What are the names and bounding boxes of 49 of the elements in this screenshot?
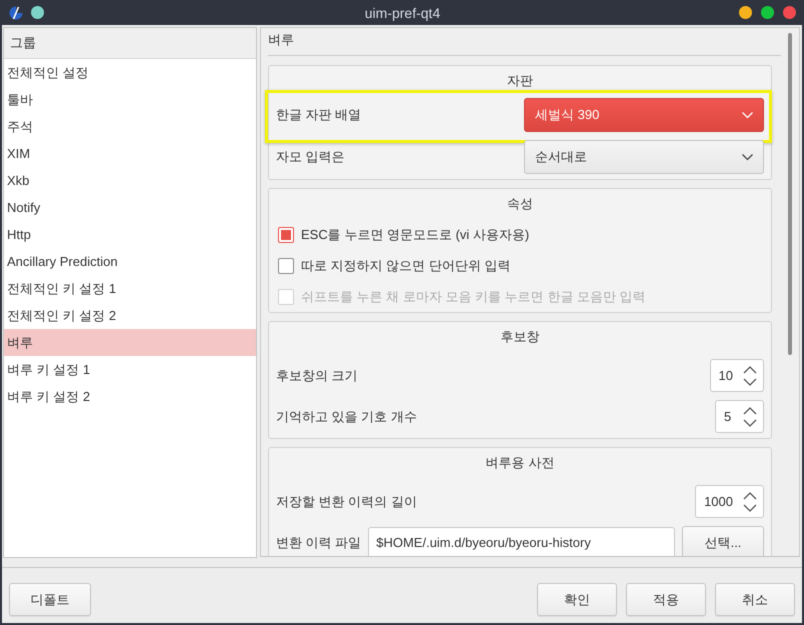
sidebar-item[interactable]: Xkb <box>4 167 256 194</box>
field-label: 한글 자판 배열 <box>276 106 362 124</box>
group-title: 벼루용 사전 <box>486 454 554 472</box>
scrollbar-thumb[interactable] <box>788 33 792 355</box>
chevron-down-icon <box>742 154 753 160</box>
page-title: 벼루 <box>268 31 294 49</box>
field-label: 변환 이력 파일 <box>276 534 362 552</box>
sidebar-item[interactable]: Ancillary Prediction <box>4 248 256 275</box>
circle-icon[interactable] <box>31 6 44 19</box>
sidebar-item[interactable]: 주석 <box>4 113 256 140</box>
window-title: uim-pref-qt4 <box>364 4 440 20</box>
sidebar-item[interactable]: 벼루 키 설정 1 <box>4 356 256 383</box>
sidebar-item[interactable]: Notify <box>4 194 256 221</box>
select-button[interactable]: 선택... <box>682 526 764 556</box>
sidebar-item[interactable]: Http <box>4 221 256 248</box>
checkbox-label[interactable]: 따로 지정하지 않으면 단어단위 입력 <box>301 257 510 275</box>
field-label: 기억하고 있을 기호 개수 <box>276 408 417 426</box>
field-label: 후보창의 크기 <box>276 366 358 384</box>
chevron-down-icon <box>742 112 753 118</box>
sidebar-item[interactable]: 벼루 키 설정 2 <box>4 383 256 410</box>
sidebar-item[interactable]: 툴바 <box>4 86 256 113</box>
checkbox[interactable] <box>278 227 294 243</box>
maximize-icon[interactable] <box>761 6 774 19</box>
dropdown[interactable]: 순서대로 <box>524 140 764 174</box>
dropdown[interactable]: 세벌식 390 <box>524 98 764 132</box>
checkbox-label[interactable]: ESC를 누르면 영문모드로 (vi 사용자용) <box>301 226 530 244</box>
sidebar-item[interactable]: XIM <box>4 140 256 167</box>
sidebar-item[interactable]: 전체적인 키 설정 1 <box>4 275 256 302</box>
path-input-field[interactable]: $HOME/.uim.d/byeoru/byeoru-history <box>368 526 675 556</box>
spin-box[interactable]: 10 <box>710 359 764 392</box>
field-label: 자모 입력은 <box>276 148 345 166</box>
dialog-button[interactable]: 적용 <box>626 583 706 616</box>
defaults-button[interactable]: 디폴트 <box>9 583 91 616</box>
dialog-button[interactable]: 취소 <box>715 583 795 616</box>
spin-box[interactable]: 1000 <box>695 485 764 518</box>
group-title: 후보창 <box>500 328 540 346</box>
group-title: 속성 <box>507 195 533 213</box>
field-label: 저장할 변환 이력의 길이 <box>276 492 417 510</box>
app-logo-icon <box>9 6 23 20</box>
minimize-icon[interactable] <box>739 6 752 19</box>
spin-box[interactable]: 5 <box>715 400 764 433</box>
dialog-button[interactable]: 확인 <box>537 583 617 616</box>
checkbox[interactable] <box>278 258 294 274</box>
group-title: 자판 <box>507 72 533 90</box>
sidebar-item[interactable]: 벼루 <box>4 329 256 356</box>
sidebar-item[interactable]: 전체적인 키 설정 2 <box>4 302 256 329</box>
sidebar-item[interactable]: 전체적인 설정 <box>4 59 256 86</box>
close-icon[interactable] <box>783 6 796 19</box>
sidebar-header: 그룹 <box>4 28 256 59</box>
